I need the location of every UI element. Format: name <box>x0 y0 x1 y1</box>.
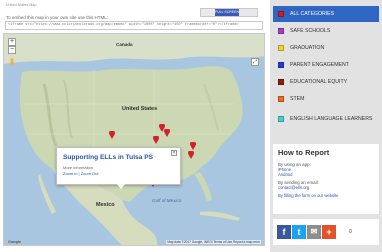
map-label-canada: Canada <box>116 42 133 47</box>
popup-close-button[interactable]: × <box>171 150 177 156</box>
category-label: GRADUATION <box>290 45 325 51</box>
sidebar: ALL CATEGORIES SAFE SCHOOLS GRADUATION P… <box>270 0 382 252</box>
category-label: ENGLISH LANGUAGE LEARNERS <box>290 116 373 122</box>
report-app-link-android[interactable]: Android <box>278 172 374 177</box>
category-label: STEM <box>290 96 305 102</box>
category-stem[interactable]: STEM <box>273 91 379 107</box>
how-to-report-panel: How to Report By using an app: iPhone An… <box>273 144 379 214</box>
popup-tail <box>117 184 125 189</box>
category-swatch <box>278 45 284 51</box>
category-swatch <box>278 62 284 68</box>
category-parent-engagement[interactable]: PARENT ENGAGEMENT <box>273 57 379 73</box>
category-all[interactable]: ALL CATEGORIES <box>273 6 379 22</box>
report-form-link[interactable]: By filling the form on our website <box>278 193 374 198</box>
category-swatch <box>278 116 284 122</box>
fullscreen-map-button[interactable]: FULL SCREEN MAP <box>200 8 258 17</box>
category-label: PARENT ENGAGEMENT <box>290 62 349 68</box>
share-bar: f t ✉ + 0 <box>273 219 379 245</box>
twitter-share-button[interactable]: t <box>292 225 306 239</box>
email-share-button[interactable]: ✉ <box>307 225 321 239</box>
category-swatch <box>278 96 284 102</box>
map-canvas[interactable]: Canada United States Mexico Gulf of Mexi… <box>3 33 265 246</box>
zoom-control: + − <box>8 38 16 54</box>
facebook-share-button[interactable]: f <box>277 225 291 239</box>
map-pin[interactable] <box>188 151 194 159</box>
more-share-button[interactable]: + <box>322 225 336 239</box>
top-note: United States Map <box>6 3 37 7</box>
popup-zoom-links[interactable]: Zoom in | Zoom Out <box>63 171 174 176</box>
map-footer: Google Map data ©2017 Google, INEGI Term… <box>4 239 264 245</box>
map-label-united-states: United States <box>122 106 158 112</box>
report-email-link[interactable]: contact@ells.org <box>278 185 374 190</box>
google-logo[interactable]: Google <box>7 240 22 244</box>
map-attribution[interactable]: Map data ©2017 Google, INEGI Terms of Us… <box>166 240 261 244</box>
map-landmass <box>4 34 264 245</box>
map-pin[interactable] <box>190 142 196 150</box>
category-educational-equity[interactable]: EDUCATIONAL EQUITY <box>273 74 379 90</box>
fullscreen-map-label: FULL SCREEN MAP <box>215 9 239 16</box>
share-count: 0 <box>349 229 352 235</box>
map-label-mexico: Mexico <box>96 202 115 208</box>
category-list: ALL CATEGORIES SAFE SCHOOLS GRADUATION P… <box>273 6 379 131</box>
category-label: SAFE SCHOOLS <box>290 28 331 34</box>
popup-title[interactable]: Supporting ELLs in Tulsa PS <box>63 154 174 161</box>
category-safe-schools[interactable]: SAFE SCHOOLS <box>273 23 379 39</box>
category-english-language-learners[interactable]: ENGLISH LANGUAGE LEARNERS <box>273 108 379 130</box>
map-info-popup: Supporting ELLs in Tulsa PS More informa… <box>56 147 181 189</box>
pegman-icon[interactable] <box>9 58 15 67</box>
expand-map-button[interactable]: ⤢ <box>251 58 259 66</box>
embed-instructions: To embed this map in your own site use t… <box>6 15 109 20</box>
map-pin[interactable] <box>164 129 170 137</box>
zoom-out-button[interactable]: − <box>8 46 16 54</box>
category-graduation[interactable]: GRADUATION <box>273 40 379 56</box>
map-pin[interactable] <box>109 131 115 139</box>
category-label: ALL CATEGORIES <box>290 11 335 17</box>
popup-more-info: More information <box>63 165 94 170</box>
category-swatch <box>278 11 284 17</box>
category-label: EDUCATIONAL EQUITY <box>290 79 348 85</box>
category-swatch <box>278 79 284 85</box>
zoom-in-button[interactable]: + <box>8 38 16 46</box>
report-title: How to Report <box>278 148 330 157</box>
map-label-gulf: Gulf of Mexico <box>152 198 182 203</box>
map-pin[interactable] <box>153 136 159 144</box>
embed-code-field[interactable]: <iframe src="https://www.colorincolorado… <box>5 21 263 30</box>
category-swatch <box>278 28 284 34</box>
